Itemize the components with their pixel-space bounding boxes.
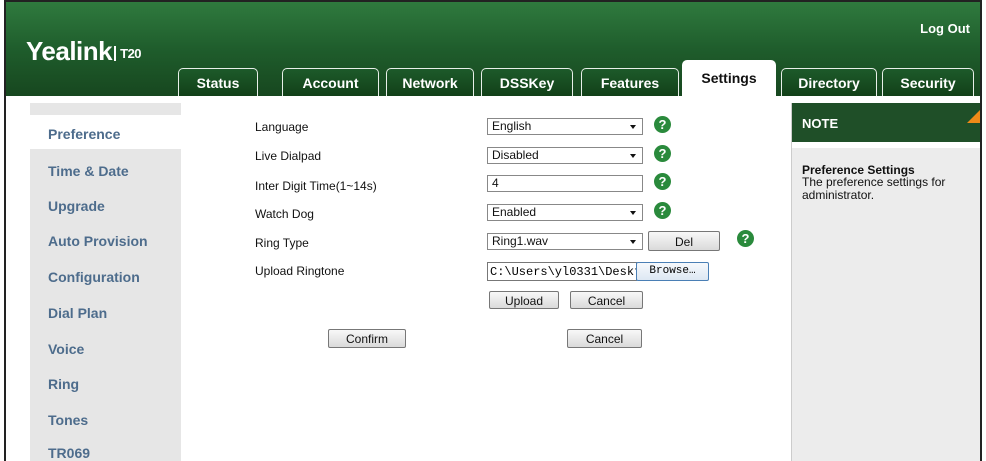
- upload-ringtone-label: Upload Ringtone: [255, 264, 345, 278]
- sidebar-item-time-date[interactable]: Time & Date: [48, 163, 129, 179]
- tab-directory[interactable]: Directory: [781, 68, 877, 96]
- tab-account[interactable]: Account: [282, 68, 379, 96]
- note-corner-icon: [967, 103, 980, 123]
- sidebar-item-label: Preference: [48, 126, 121, 142]
- watch-dog-label: Watch Dog: [255, 207, 314, 221]
- note-header-label: NOTE: [802, 116, 839, 131]
- inter-digit-time-label: Inter Digit Time(1~14s): [255, 179, 377, 193]
- chevron-down-icon: [630, 240, 636, 244]
- note-panel: NOTE Preference Settings The preference …: [791, 103, 980, 461]
- confirm-button[interactable]: Confirm: [328, 329, 406, 348]
- help-icon[interactable]: ?: [654, 145, 671, 162]
- tab-status[interactable]: Status: [178, 68, 258, 96]
- help-icon[interactable]: ?: [654, 202, 671, 219]
- sidebar-item-voice[interactable]: Voice: [48, 341, 84, 357]
- sidebar-item-preference[interactable]: Preference: [30, 115, 181, 149]
- ring-type-select[interactable]: Ring1.wav: [487, 233, 643, 250]
- language-value: English: [492, 119, 532, 133]
- note-header: NOTE: [792, 103, 980, 142]
- preference-form: Language English ? Live Dialpad Disabled…: [181, 96, 791, 461]
- cancel-upload-button[interactable]: Cancel: [570, 291, 643, 309]
- language-select[interactable]: English: [487, 118, 643, 135]
- tab-dsskey[interactable]: DSSKey: [481, 68, 573, 96]
- sidebar-item-tones[interactable]: Tones: [48, 412, 88, 428]
- tab-network[interactable]: Network: [386, 68, 474, 96]
- sidebar: Preference Time & Date Upgrade Auto Prov…: [30, 103, 181, 461]
- delete-ringtone-button[interactable]: Del: [648, 231, 720, 251]
- tab-security[interactable]: Security: [882, 68, 974, 96]
- watch-dog-select[interactable]: Enabled: [487, 204, 643, 221]
- model-label: T20: [114, 46, 142, 61]
- live-dialpad-select[interactable]: Disabled: [487, 147, 643, 164]
- chevron-down-icon: [630, 211, 636, 215]
- live-dialpad-value: Disabled: [492, 148, 539, 162]
- help-icon[interactable]: ?: [654, 116, 671, 133]
- cancel-button[interactable]: Cancel: [567, 329, 642, 348]
- ringtone-file-path[interactable]: C:\Users\yl0331\Deskt: [487, 262, 637, 281]
- live-dialpad-label: Live Dialpad: [255, 149, 322, 163]
- sidebar-item-upgrade[interactable]: Upgrade: [48, 198, 105, 214]
- sidebar-item-ring[interactable]: Ring: [48, 376, 79, 392]
- note-text: The preference settings for administrato…: [802, 175, 946, 202]
- tab-settings[interactable]: Settings: [682, 60, 776, 96]
- browser-frame: Yealink T20 Log Out Status Account Networ…: [4, 0, 982, 461]
- watch-dog-value: Enabled: [492, 205, 537, 219]
- language-label: Language: [255, 120, 309, 134]
- chevron-down-icon: [630, 154, 636, 158]
- main-tabs: Status Account Network DSSKey Features S…: [6, 60, 980, 96]
- inter-digit-time-input[interactable]: 4: [487, 175, 643, 192]
- content-area: Preference Time & Date Upgrade Auto Prov…: [6, 96, 980, 461]
- note-body: Preference Settings The preference setti…: [792, 148, 980, 461]
- ring-type-value: Ring1.wav: [492, 234, 549, 248]
- sidebar-item-dial-plan[interactable]: Dial Plan: [48, 305, 107, 321]
- tab-features[interactable]: Features: [581, 68, 679, 96]
- ring-type-label: Ring Type: [255, 236, 309, 250]
- browse-button[interactable]: Browse…: [636, 262, 709, 281]
- logout-link[interactable]: Log Out: [920, 21, 970, 36]
- sidebar-item-configuration[interactable]: Configuration: [48, 269, 140, 285]
- help-icon[interactable]: ?: [654, 173, 671, 190]
- chevron-down-icon: [630, 125, 636, 129]
- sidebar-item-tr069[interactable]: TR069: [48, 445, 90, 461]
- top-header: Yealink T20 Log Out Status Account Networ…: [6, 2, 980, 96]
- sidebar-item-auto-provision[interactable]: Auto Provision: [48, 233, 148, 249]
- upload-button[interactable]: Upload: [489, 291, 559, 309]
- help-icon[interactable]: ?: [737, 230, 754, 247]
